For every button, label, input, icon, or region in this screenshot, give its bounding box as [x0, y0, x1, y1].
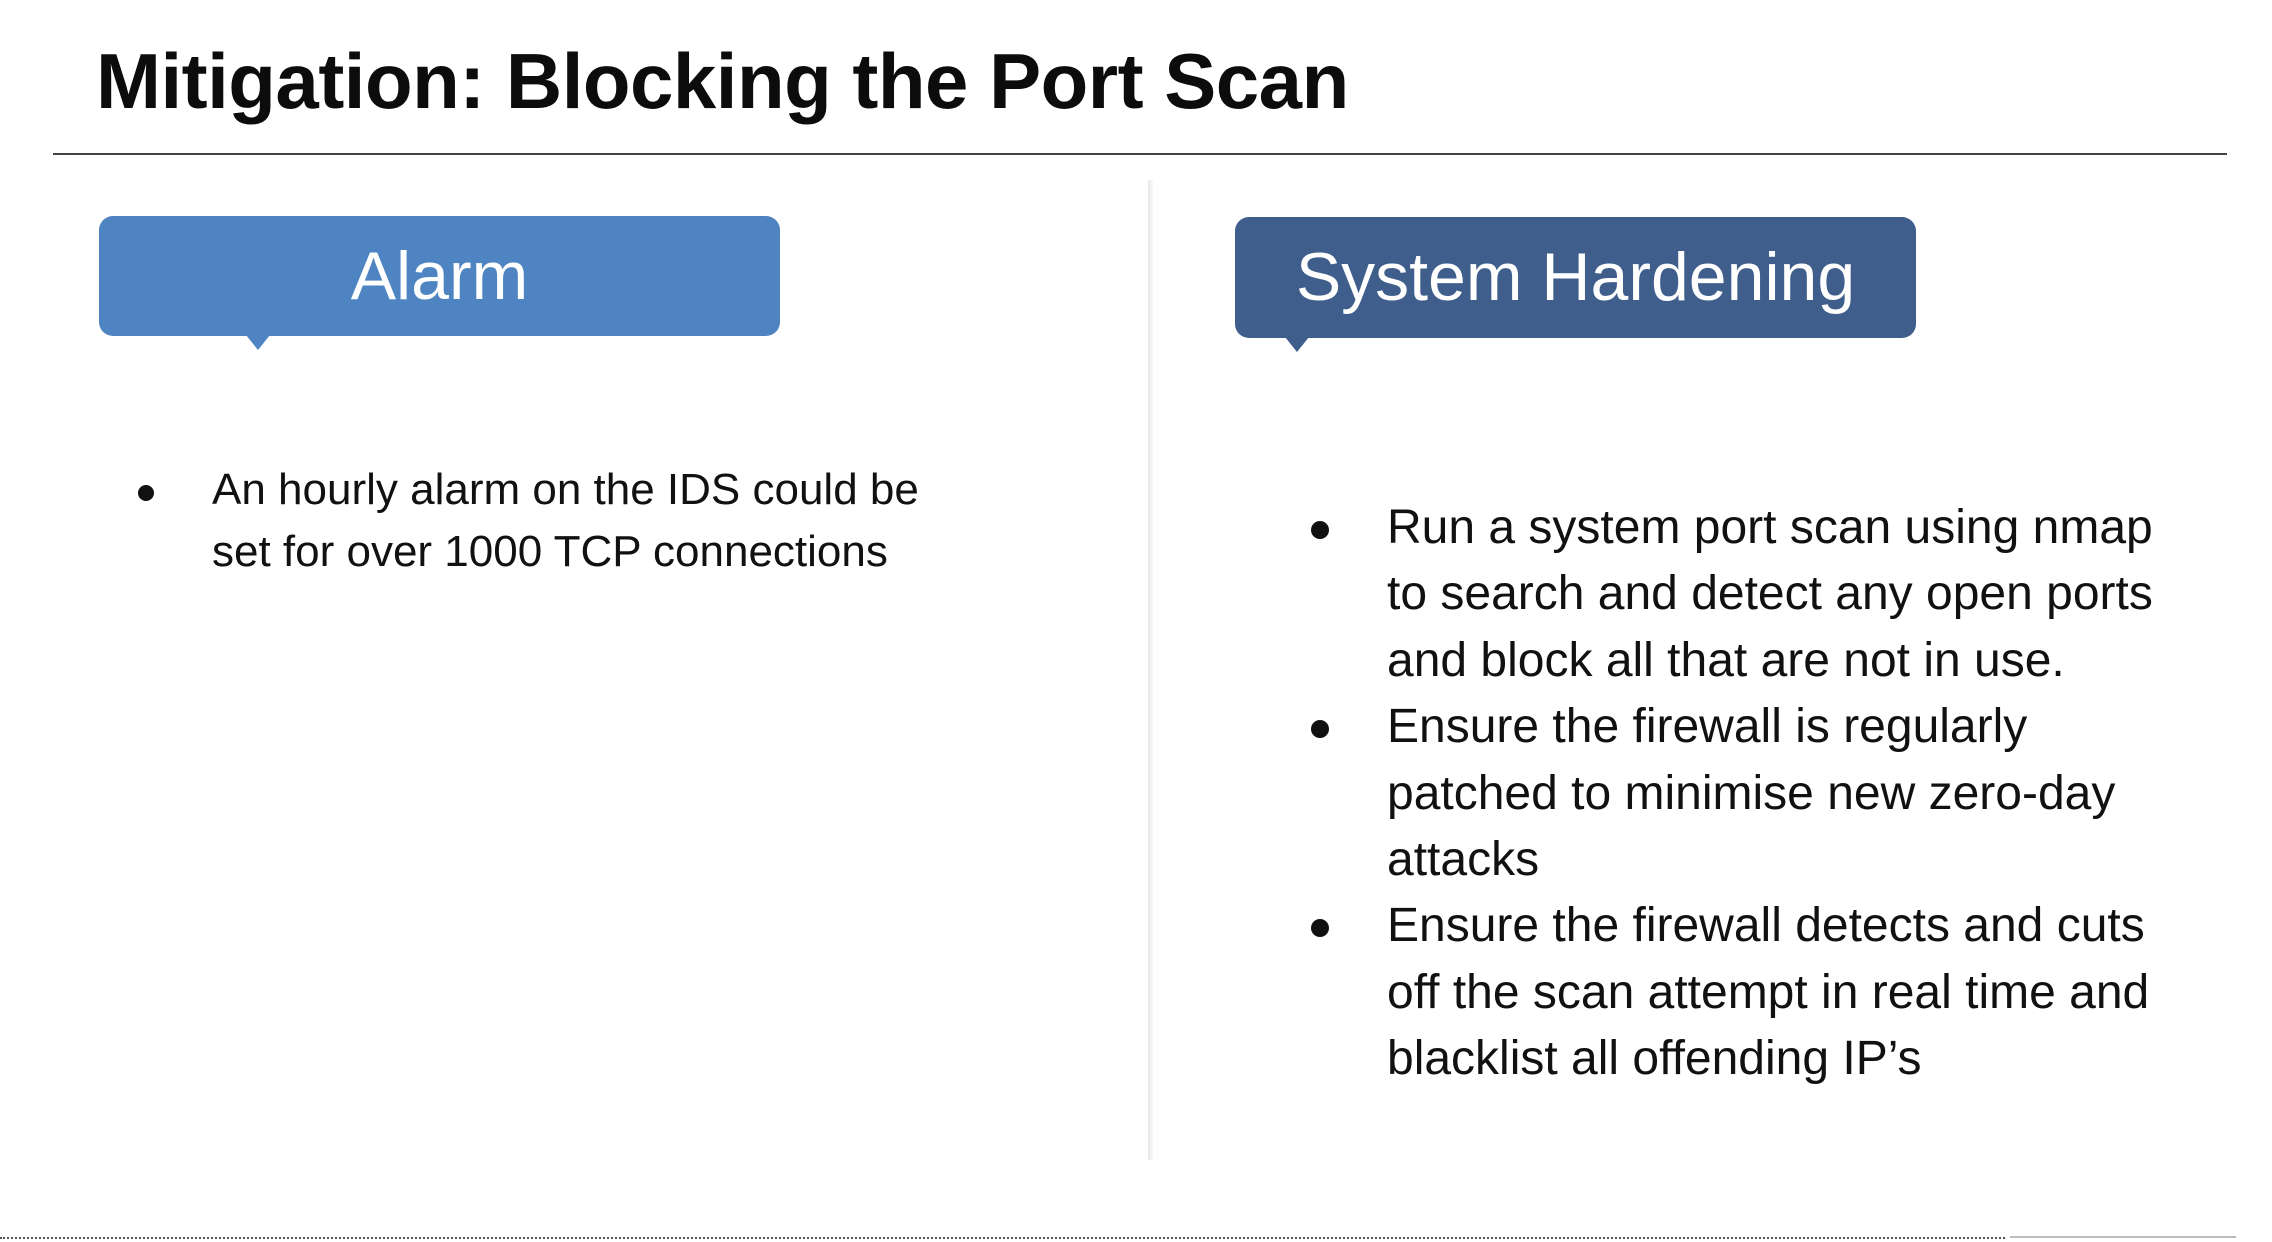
- system-hardening-heading: System Hardening: [1295, 239, 1856, 315]
- bullet-dot-icon: [138, 485, 154, 501]
- title-divider: [53, 153, 2227, 155]
- slide-title: Mitigation: Blocking the Port Scan: [96, 37, 1349, 125]
- system-hardening-bullet-item: Run a system port scan using nmap to sea…: [1305, 495, 2205, 694]
- page-bottom-border: [2010, 1236, 2236, 1238]
- alarm-heading: Alarm: [350, 238, 529, 314]
- alarm-bullet-text: An hourly alarm on the IDS could be set …: [212, 465, 919, 576]
- system-hardening-callout-pointer: [1285, 337, 1309, 352]
- alarm-bullet-list: An hourly alarm on the IDS could be set …: [128, 459, 988, 583]
- system-hardening-bullet-item: Ensure the firewall detects and cuts off…: [1305, 893, 2205, 1092]
- bullet-dot-icon: [1311, 521, 1329, 539]
- system-hardening-bullet-text: Ensure the firewall is regularly patched…: [1387, 700, 2116, 887]
- alarm-bullet-item: An hourly alarm on the IDS could be set …: [128, 459, 988, 583]
- system-hardening-bullet-text: Ensure the firewall detects and cuts off…: [1387, 899, 2150, 1086]
- system-hardening-bullet-item: Ensure the firewall is regularly patched…: [1305, 694, 2205, 893]
- column-divider: [1148, 180, 1154, 1160]
- system-hardening-callout: System Hardening: [1235, 217, 1916, 352]
- system-hardening-bullet-list: Run a system port scan using nmap to sea…: [1305, 495, 2205, 1093]
- page-bottom-dotted-border: [0, 1237, 2005, 1239]
- bullet-dot-icon: [1311, 720, 1329, 739]
- alarm-callout-pointer: [246, 335, 270, 350]
- bullet-dot-icon: [1311, 919, 1329, 938]
- alarm-callout: Alarm: [99, 216, 780, 350]
- system-hardening-bullet-text: Run a system port scan using nmap to sea…: [1387, 501, 2153, 687]
